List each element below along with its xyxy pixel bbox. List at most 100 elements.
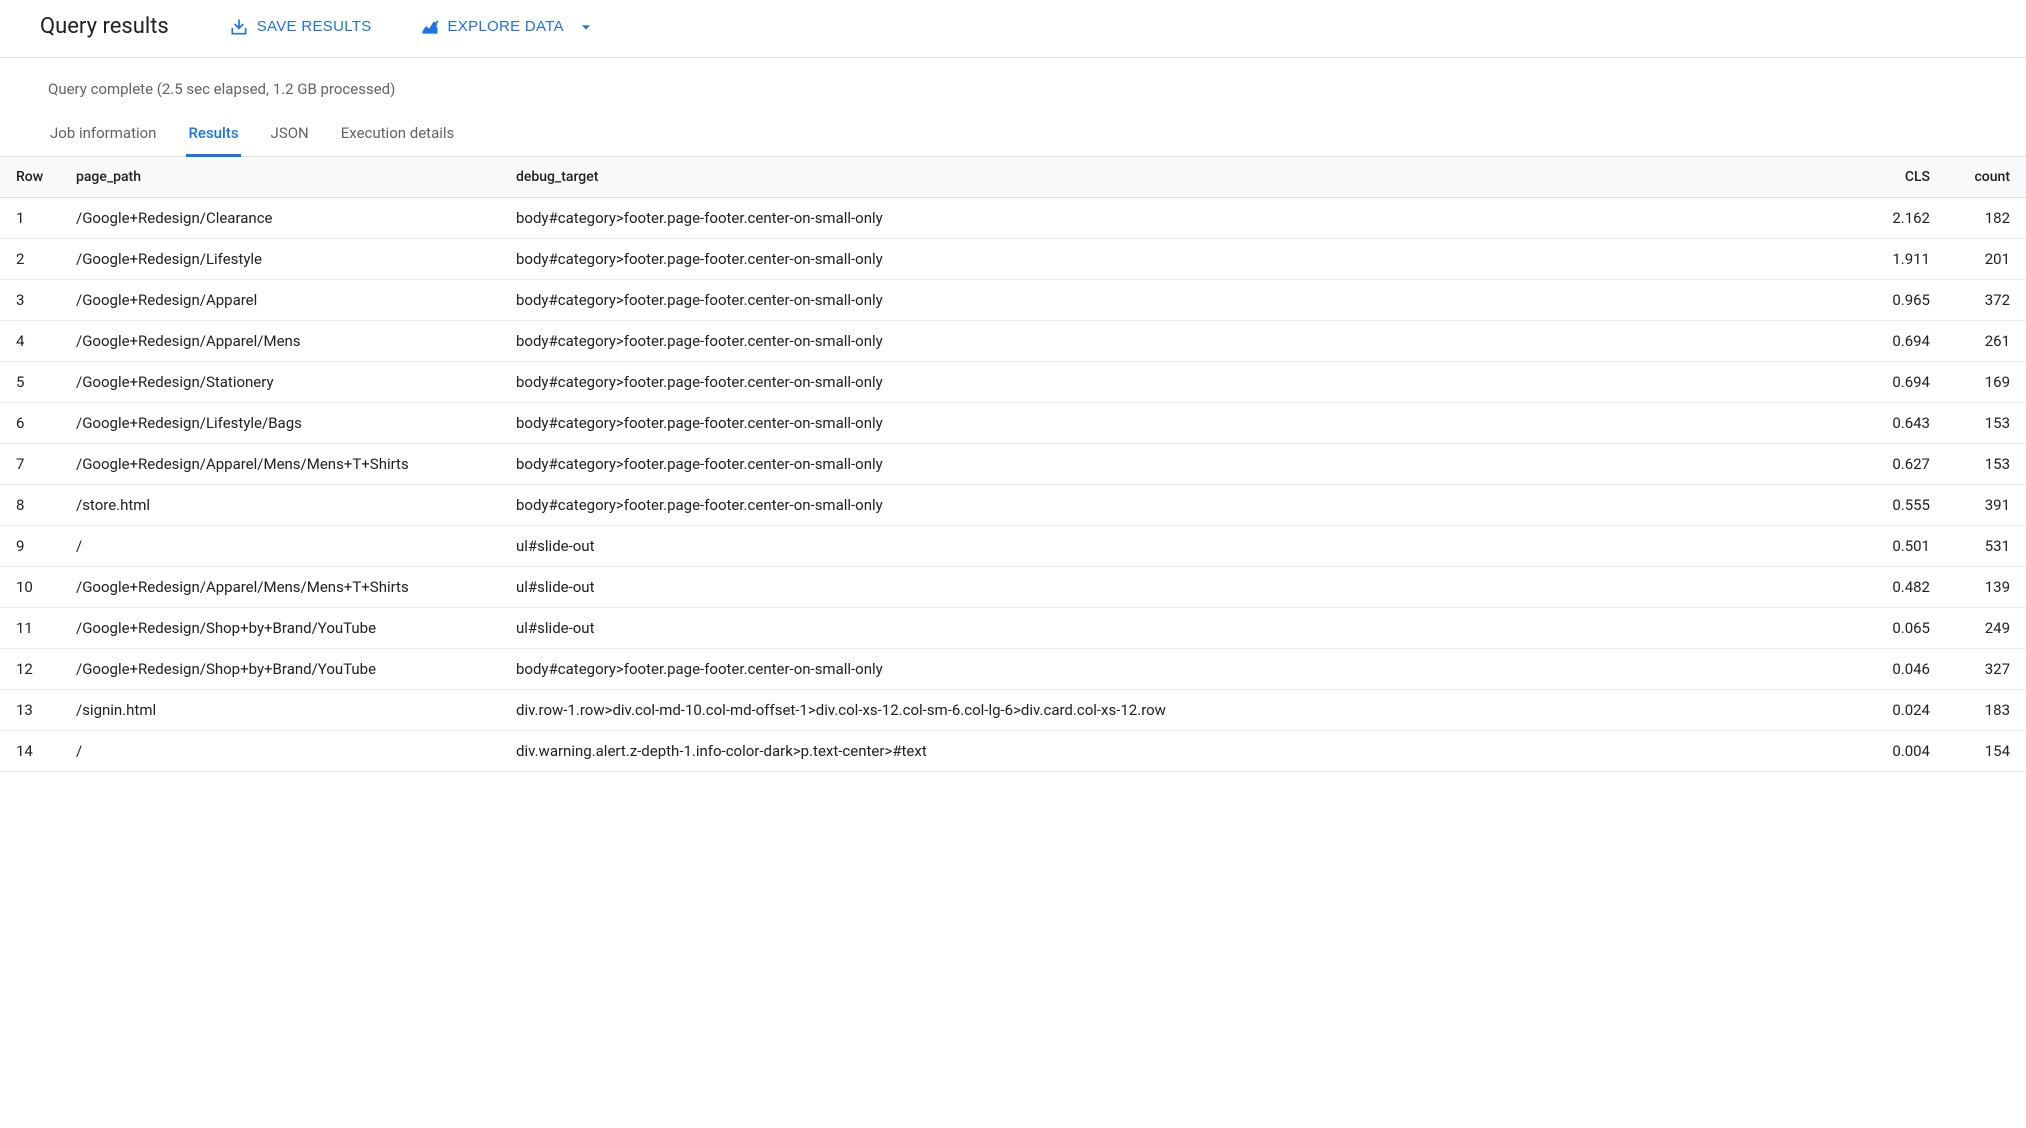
table-row: 8/store.htmlbody#category>footer.page-fo… [0, 485, 2026, 526]
table-header-row: Row page_path debug_target CLS count [0, 157, 2026, 198]
header-actions: SAVE RESULTS EXPLORE DATA [229, 17, 596, 37]
table-row: 1/Google+Redesign/Clearancebody#category… [0, 198, 2026, 239]
cell-row-number: 14 [0, 731, 60, 772]
query-status: Query complete (2.5 sec elapsed, 1.2 GB … [0, 58, 2026, 108]
table-row: 12/Google+Redesign/Shop+by+Brand/YouTube… [0, 649, 2026, 690]
cell-count: 169 [1946, 362, 2026, 403]
col-header-debug-target[interactable]: debug_target [500, 157, 1866, 198]
cell-row-number: 12 [0, 649, 60, 690]
cell-count: 261 [1946, 321, 2026, 362]
cell-page-path: /Google+Redesign/Apparel/Mens/Mens+T+Shi… [60, 444, 500, 485]
col-header-cls[interactable]: CLS [1866, 157, 1946, 198]
cell-cls: 0.482 [1866, 567, 1946, 608]
cell-cls: 0.065 [1866, 608, 1946, 649]
cell-row-number: 3 [0, 280, 60, 321]
cell-count: 182 [1946, 198, 2026, 239]
chart-icon [420, 17, 440, 37]
cell-cls: 0.046 [1866, 649, 1946, 690]
cell-count: 139 [1946, 567, 2026, 608]
cell-cls: 2.162 [1866, 198, 1946, 239]
table-row: 13/signin.htmldiv.row-1.row>div.col-md-1… [0, 690, 2026, 731]
results-tbody: 1/Google+Redesign/Clearancebody#category… [0, 198, 2026, 772]
cell-count: 249 [1946, 608, 2026, 649]
cell-debug-target: ul#slide-out [500, 608, 1866, 649]
cell-debug-target: div.row-1.row>div.col-md-10.col-md-offse… [500, 690, 1866, 731]
cell-debug-target: body#category>footer.page-footer.center-… [500, 649, 1866, 690]
cell-cls: 0.024 [1866, 690, 1946, 731]
cell-page-path: /Google+Redesign/Apparel/Mens [60, 321, 500, 362]
cell-cls: 1.911 [1866, 239, 1946, 280]
cell-debug-target: body#category>footer.page-footer.center-… [500, 485, 1866, 526]
tab-execution-details[interactable]: Execution details [339, 116, 457, 157]
cell-page-path: /Google+Redesign/Apparel [60, 280, 500, 321]
table-row: 7/Google+Redesign/Apparel/Mens/Mens+T+Sh… [0, 444, 2026, 485]
cell-page-path: /Google+Redesign/Shop+by+Brand/YouTube [60, 608, 500, 649]
table-row: 2/Google+Redesign/Lifestylebody#category… [0, 239, 2026, 280]
cell-row-number: 9 [0, 526, 60, 567]
cell-row-number: 7 [0, 444, 60, 485]
cell-row-number: 1 [0, 198, 60, 239]
results-table: Row page_path debug_target CLS count 1/G… [0, 157, 2026, 772]
explore-data-label: EXPLORE DATA [448, 18, 564, 35]
save-results-label: SAVE RESULTS [257, 18, 372, 35]
cell-debug-target: body#category>footer.page-footer.center-… [500, 444, 1866, 485]
explore-data-button[interactable]: EXPLORE DATA [420, 17, 596, 37]
cell-cls: 0.965 [1866, 280, 1946, 321]
table-row: 4/Google+Redesign/Apparel/Mensbody#categ… [0, 321, 2026, 362]
page-title: Query results [40, 14, 169, 39]
cell-count: 153 [1946, 403, 2026, 444]
cell-page-path: /Google+Redesign/Apparel/Mens/Mens+T+Shi… [60, 567, 500, 608]
table-row: 10/Google+Redesign/Apparel/Mens/Mens+T+S… [0, 567, 2026, 608]
cell-debug-target: ul#slide-out [500, 567, 1866, 608]
cell-page-path: /Google+Redesign/Lifestyle/Bags [60, 403, 500, 444]
cell-row-number: 2 [0, 239, 60, 280]
tab-job-information[interactable]: Job information [48, 116, 158, 157]
cell-page-path: / [60, 526, 500, 567]
cell-row-number: 10 [0, 567, 60, 608]
col-header-row[interactable]: Row [0, 157, 60, 198]
cell-cls: 0.627 [1866, 444, 1946, 485]
table-row: 5/Google+Redesign/Stationerybody#categor… [0, 362, 2026, 403]
result-tabs: Job information Results JSON Execution deta… [0, 108, 2026, 157]
table-row: 11/Google+Redesign/Shop+by+Brand/YouTube… [0, 608, 2026, 649]
cell-debug-target: body#category>footer.page-footer.center-… [500, 362, 1866, 403]
results-header: Query results SAVE RESULTS EXPLORE DATA [0, 0, 2026, 58]
cell-count: 154 [1946, 731, 2026, 772]
cell-page-path: /Google+Redesign/Clearance [60, 198, 500, 239]
cell-count: 201 [1946, 239, 2026, 280]
cell-cls: 0.694 [1866, 321, 1946, 362]
cell-page-path: /Google+Redesign/Shop+by+Brand/YouTube [60, 649, 500, 690]
col-header-page-path[interactable]: page_path [60, 157, 500, 198]
cell-row-number: 5 [0, 362, 60, 403]
cell-cls: 0.694 [1866, 362, 1946, 403]
col-header-count[interactable]: count [1946, 157, 2026, 198]
cell-debug-target: body#category>footer.page-footer.center-… [500, 280, 1866, 321]
cell-row-number: 8 [0, 485, 60, 526]
cell-cls: 0.643 [1866, 403, 1946, 444]
tab-json[interactable]: JSON [269, 116, 311, 157]
chevron-down-icon [576, 17, 596, 37]
cell-page-path: /Google+Redesign/Lifestyle [60, 239, 500, 280]
cell-debug-target: ul#slide-out [500, 526, 1866, 567]
cell-row-number: 6 [0, 403, 60, 444]
cell-cls: 0.555 [1866, 485, 1946, 526]
cell-cls: 0.004 [1866, 731, 1946, 772]
cell-debug-target: body#category>footer.page-footer.center-… [500, 403, 1866, 444]
save-results-button[interactable]: SAVE RESULTS [229, 17, 372, 37]
cell-row-number: 11 [0, 608, 60, 649]
cell-count: 531 [1946, 526, 2026, 567]
table-row: 6/Google+Redesign/Lifestyle/Bagsbody#cat… [0, 403, 2026, 444]
cell-debug-target: body#category>footer.page-footer.center-… [500, 198, 1866, 239]
cell-debug-target: div.warning.alert.z-depth-1.info-color-d… [500, 731, 1866, 772]
cell-count: 391 [1946, 485, 2026, 526]
cell-debug-target: body#category>footer.page-footer.center-… [500, 239, 1866, 280]
tab-results[interactable]: Results [186, 116, 240, 157]
cell-count: 327 [1946, 649, 2026, 690]
cell-page-path: /Google+Redesign/Stationery [60, 362, 500, 403]
cell-count: 183 [1946, 690, 2026, 731]
cell-count: 372 [1946, 280, 2026, 321]
cell-row-number: 13 [0, 690, 60, 731]
table-row: 9/ul#slide-out0.501531 [0, 526, 2026, 567]
cell-page-path: / [60, 731, 500, 772]
cell-cls: 0.501 [1866, 526, 1946, 567]
